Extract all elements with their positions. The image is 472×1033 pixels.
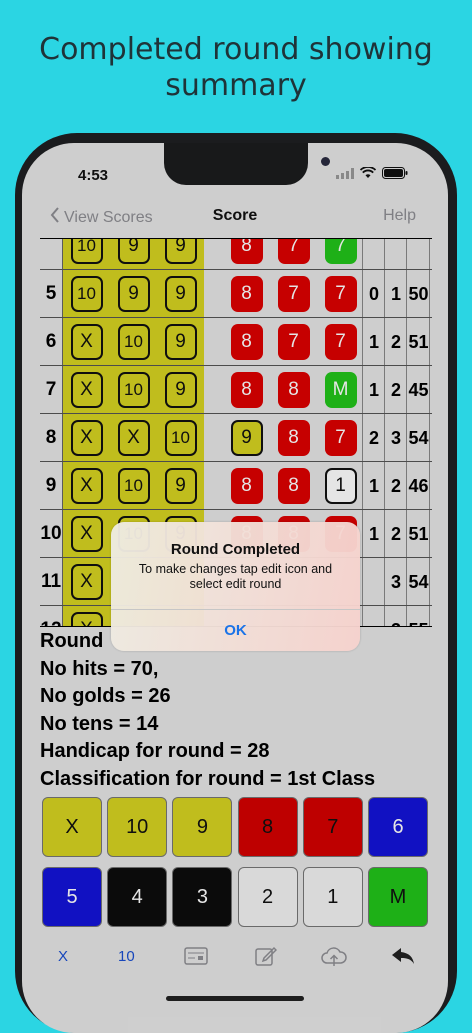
app-screen: 4:53 View Scores Score Help 10 9 9 8 7 7 5 10 9 9… — [22, 143, 448, 1033]
alert-ok-button[interactable]: OK — [111, 610, 360, 651]
round-completed-alert: Round Completed To make changes tap edit… — [111, 522, 360, 651]
alert-message: To make changes tap edit icon and select… — [138, 562, 333, 591]
alert-title: Round Completed — [170, 541, 301, 558]
caption: Completed round showing summary — [39, 32, 433, 103]
